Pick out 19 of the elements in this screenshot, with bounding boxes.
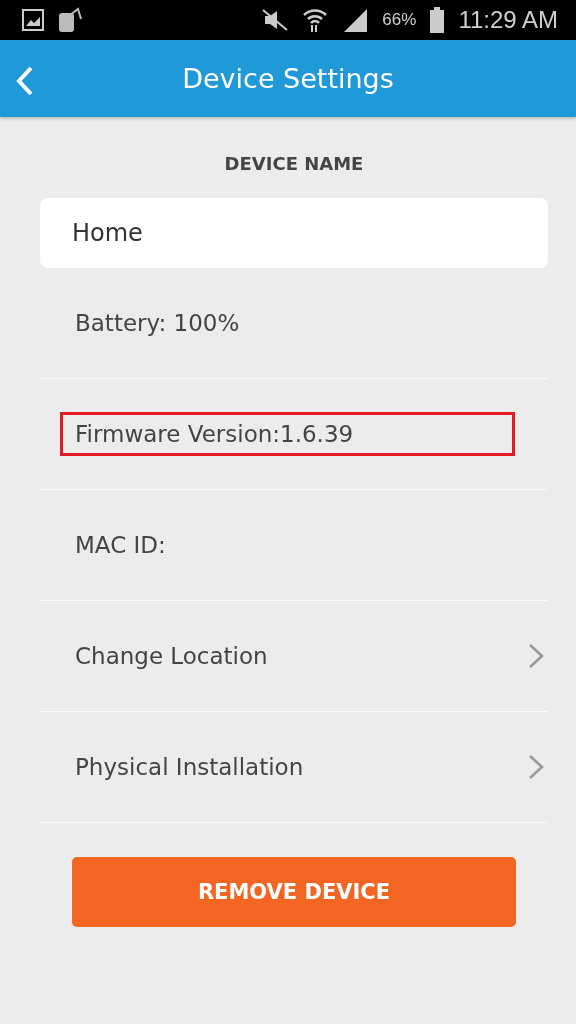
wifi-icon xyxy=(302,7,329,33)
device-name-field[interactable]: Home xyxy=(40,198,548,268)
device-name-label: DEVICE NAME xyxy=(224,153,364,174)
setting-label: Firmware Version:1.6.39 xyxy=(60,412,515,456)
status-time: 11:29 AM xyxy=(458,6,558,34)
setting-label: Battery: 100% xyxy=(74,309,241,338)
page-title: Device Settings xyxy=(182,63,394,94)
setting-label[interactable]: Change Location xyxy=(60,634,271,678)
signal-icon xyxy=(342,8,369,32)
mute-icon xyxy=(262,9,289,31)
battery-icon xyxy=(430,7,445,33)
sim-tag-icon xyxy=(58,7,82,33)
chevron-icon xyxy=(528,754,544,780)
chevron-icon xyxy=(528,643,544,669)
battery-percent: 66% xyxy=(382,10,417,30)
back-icon xyxy=(16,66,34,96)
setting-label[interactable]: Physical Installation xyxy=(60,745,307,789)
gallery-icon xyxy=(22,9,44,31)
setting-label: MAC ID: xyxy=(74,531,167,560)
